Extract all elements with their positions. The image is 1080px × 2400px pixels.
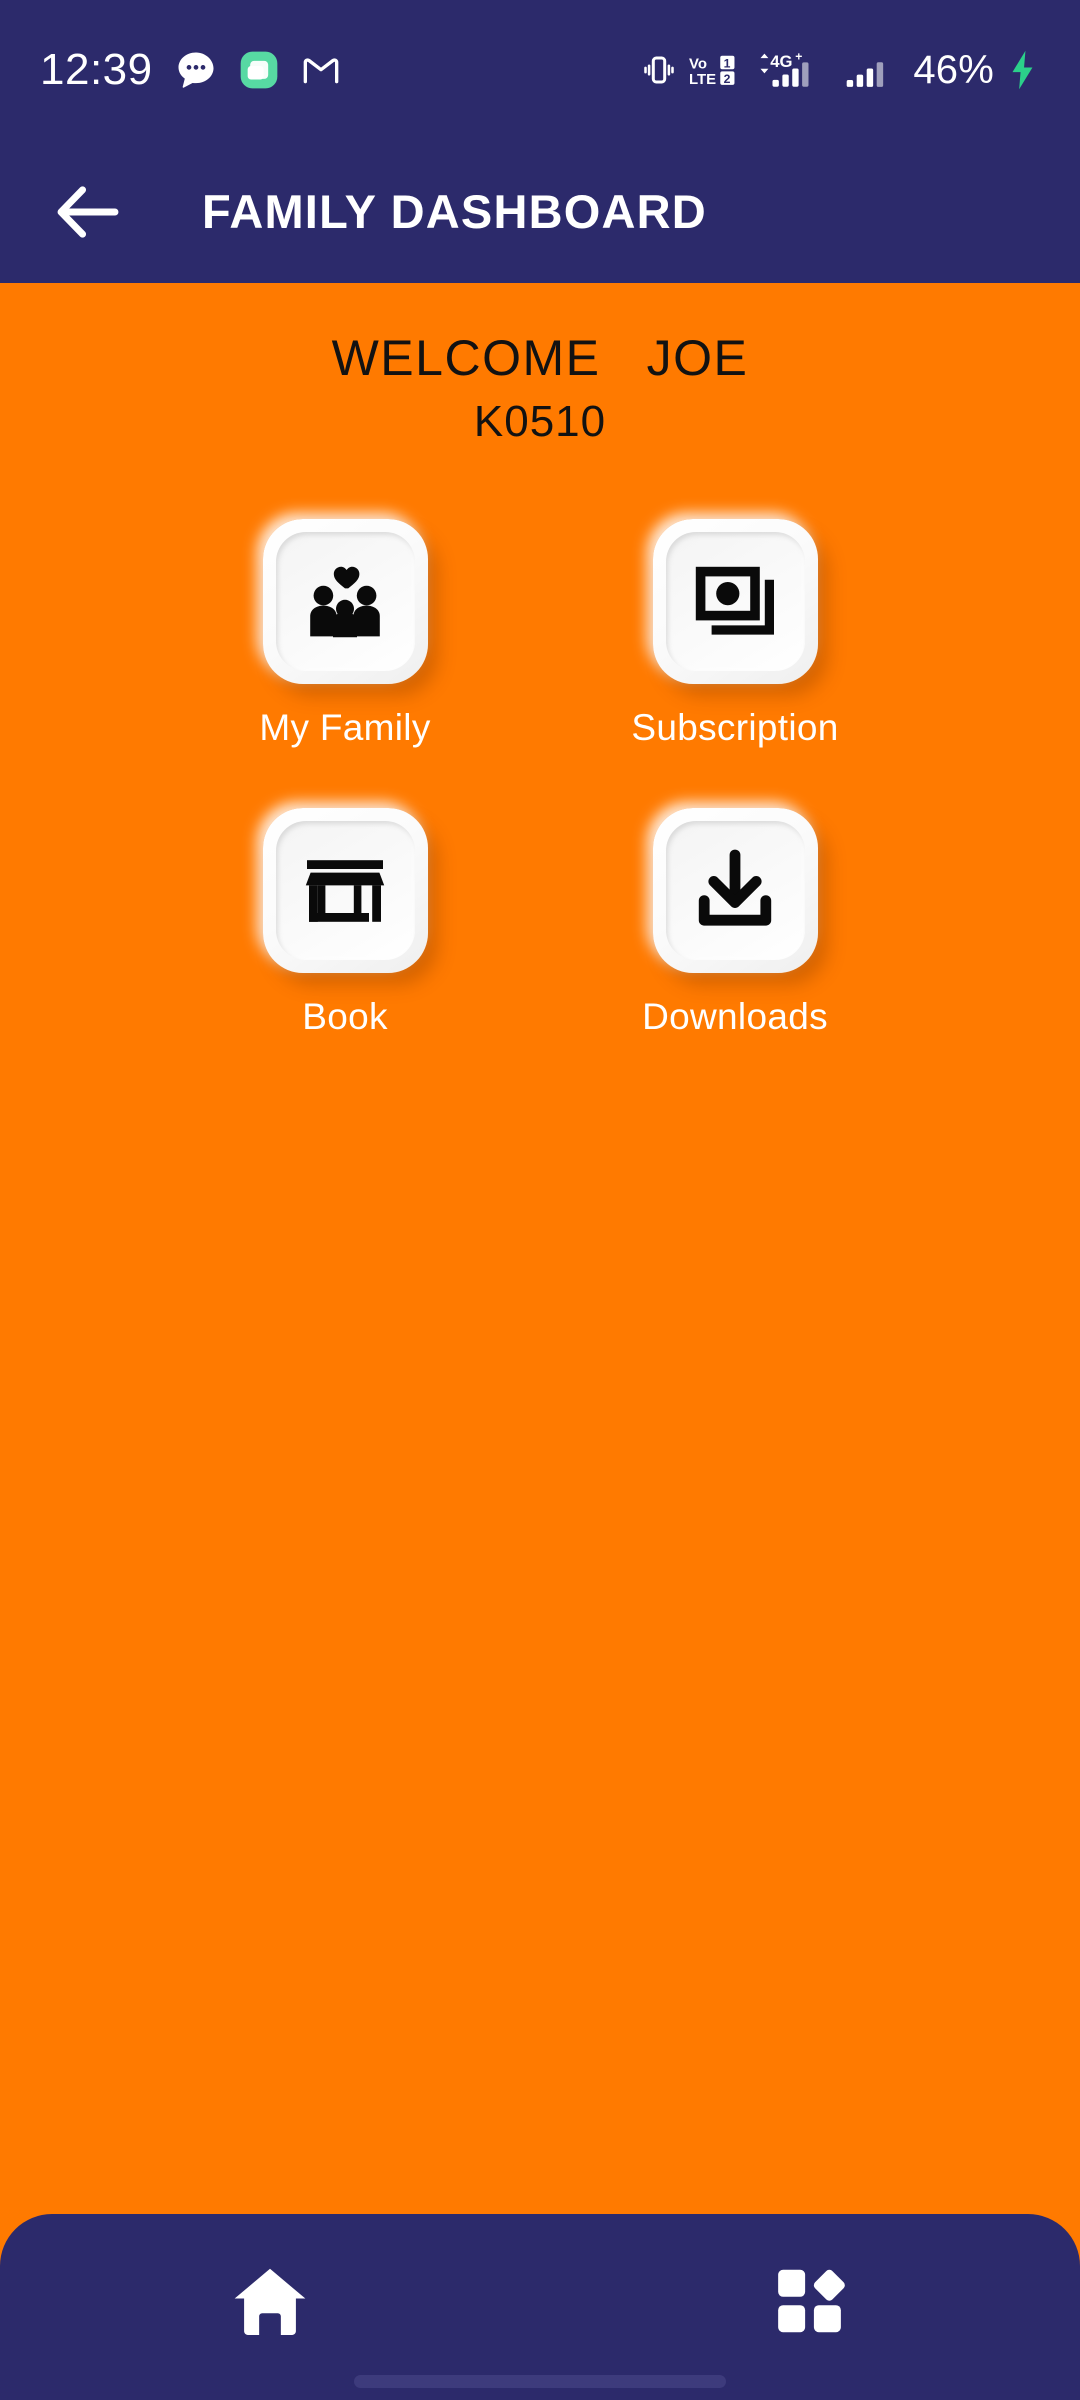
bottom-navigation-bar bbox=[0, 2214, 1080, 2400]
welcome-greeting: WELCOME JOE bbox=[331, 330, 749, 386]
status-bar: 12:39 Vo LTE 1 2 4G + 46% bbox=[0, 0, 1080, 140]
download-icon bbox=[687, 843, 783, 939]
svg-text:LTE: LTE bbox=[689, 71, 716, 88]
app-bar: FAMILY DASHBOARD bbox=[0, 140, 1080, 283]
subscription-label: Subscription bbox=[631, 707, 839, 748]
nav-item-dashboard[interactable] bbox=[540, 2214, 1080, 2364]
volte-icon: Vo LTE 1 2 bbox=[689, 52, 743, 88]
back-arrow-icon bbox=[52, 176, 124, 248]
store-front-icon bbox=[297, 843, 393, 939]
phone-screen: 12:39 Vo LTE 1 2 4G + 46% FAMILY DASHBOA… bbox=[0, 0, 1080, 2400]
green-app-icon bbox=[239, 50, 279, 90]
signal-bars-sim1-icon: 4G + bbox=[755, 50, 831, 90]
svg-text:+: + bbox=[796, 50, 803, 63]
gmail-icon bbox=[301, 50, 341, 90]
welcome-member-id: K0510 bbox=[473, 397, 607, 446]
svg-text:Vo: Vo bbox=[689, 56, 707, 73]
svg-text:4G: 4G bbox=[771, 52, 793, 71]
back-button[interactable] bbox=[28, 152, 148, 272]
book-tile[interactable] bbox=[262, 808, 428, 974]
grid-item-book[interactable]: Book bbox=[150, 808, 540, 1039]
vibrate-icon bbox=[641, 52, 677, 88]
status-bar-clock: 12:39 bbox=[40, 45, 153, 94]
svg-text:1: 1 bbox=[724, 56, 731, 70]
svg-text:2: 2 bbox=[724, 72, 731, 86]
subscription-cards-icon bbox=[687, 554, 783, 650]
subscription-tile[interactable] bbox=[652, 519, 818, 684]
dashboard-grid-icon bbox=[771, 2262, 849, 2340]
family-icon bbox=[297, 554, 393, 650]
battery-percent-label: 46% bbox=[913, 47, 994, 92]
grid-item-my-family[interactable]: My Family bbox=[150, 519, 540, 750]
grid-item-downloads[interactable]: Downloads bbox=[540, 808, 930, 1039]
nav-item-home[interactable] bbox=[0, 2214, 540, 2364]
welcome-block: WELCOME JOE K0510 bbox=[0, 329, 1080, 449]
grid-item-subscription[interactable]: Subscription bbox=[540, 519, 930, 750]
home-icon bbox=[228, 2259, 312, 2343]
my-family-tile[interactable] bbox=[262, 519, 428, 684]
dashboard-content: WELCOME JOE K0510 My Family Subscription… bbox=[0, 283, 1080, 2400]
android-gesture-bar[interactable] bbox=[354, 2375, 726, 2388]
signal-bars-sim2-icon bbox=[843, 50, 895, 90]
my-family-label: My Family bbox=[259, 707, 431, 748]
messages-bubble-icon bbox=[175, 49, 217, 91]
status-bar-right: Vo LTE 1 2 4G + 46% bbox=[641, 48, 1040, 93]
charging-bolt-icon bbox=[1006, 49, 1040, 91]
dashboard-grid: My Family Subscription Book Downloads bbox=[0, 519, 1080, 1040]
book-label: Book bbox=[302, 996, 388, 1038]
downloads-label: Downloads bbox=[642, 996, 828, 1038]
status-bar-left: 12:39 bbox=[40, 48, 341, 92]
page-title: FAMILY DASHBOARD bbox=[202, 185, 707, 238]
downloads-tile[interactable] bbox=[652, 808, 818, 974]
